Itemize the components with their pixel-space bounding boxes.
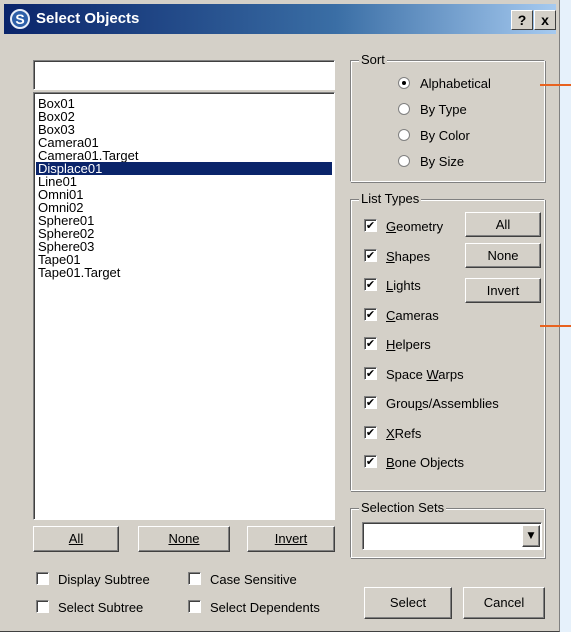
app-logo-icon: S — [10, 9, 30, 29]
radio-button[interactable] — [398, 155, 410, 167]
list-none-button[interactable]: None — [138, 526, 230, 552]
list-all-button[interactable]: All — [33, 526, 119, 552]
selection-sets-dropdown[interactable]: ▼ — [362, 522, 542, 550]
checkmark-icon[interactable]: ✔ — [364, 455, 377, 468]
display-subtree-label: Display Subtree — [58, 572, 150, 587]
select-dependents-label: Select Dependents — [210, 600, 320, 615]
list-invert-label: Invert — [274, 531, 308, 546]
sort-group-label: Sort — [359, 52, 387, 68]
types-none-button[interactable]: None — [465, 243, 541, 268]
list-item[interactable]: Displace01 — [36, 162, 332, 175]
list-types-group: List Types ✔ Geometry ✔ Shapes ✔ Lights ✔ Camer… — [350, 191, 545, 491]
sort-option-label: By Type — [420, 102, 467, 117]
help-button[interactable]: ? — [511, 10, 533, 30]
select-subtree-label: Select Subtree — [58, 600, 144, 615]
name-filter-input[interactable] — [33, 60, 335, 90]
sort-option-label: Alphabetical — [420, 76, 491, 91]
list-item[interactable]: Tape01.Target — [36, 266, 120, 279]
checkmark-icon[interactable]: ✔ — [364, 278, 377, 291]
annotation-marker-list-types — [540, 325, 571, 327]
checkmark-icon[interactable]: ✔ — [364, 337, 377, 350]
list-type-label: Helpers — [386, 337, 431, 352]
list-type-label: Geometry — [386, 219, 444, 234]
cancel-button[interactable]: Cancel — [463, 587, 545, 619]
checkmark-icon[interactable]: ✔ — [364, 366, 377, 380]
list-type-label: XRefs — [386, 425, 422, 441]
list-none-label: None — [168, 531, 200, 546]
checkmark-icon[interactable]: ✔ — [364, 425, 377, 439]
case-sensitive-box[interactable] — [188, 572, 201, 585]
annotation-marker-sort — [540, 84, 571, 86]
select-button[interactable]: Select — [364, 587, 452, 619]
chevron-down-icon[interactable]: ▼ — [522, 525, 540, 547]
sort-option-label: By Size — [420, 154, 465, 169]
case-sensitive-label: Case Sensitive — [210, 572, 297, 587]
sort-group: Sort Alphabetical By Type By Color By Size — [350, 52, 545, 182]
object-list[interactable]: Box01 Box02 Box03 Camera01 Camera01.Target Di… — [33, 92, 335, 520]
dialog-title: Select Objects — [36, 10, 140, 27]
checkmark-icon[interactable]: ✔ — [364, 396, 377, 409]
checkmark-icon[interactable]: ✔ — [364, 219, 377, 232]
display-subtree-box[interactable] — [36, 572, 49, 585]
list-type-label: Lights — [386, 278, 421, 293]
list-types-group-label: List Types — [359, 191, 422, 207]
types-invert-button[interactable]: Invert — [465, 278, 541, 303]
checkmark-icon[interactable]: ✔ — [364, 307, 377, 321]
checkmark-icon[interactable]: ✔ — [364, 248, 377, 262]
radio-button[interactable] — [398, 103, 410, 115]
select-subtree-box[interactable] — [36, 600, 49, 613]
list-type-label: Bone Objects — [386, 455, 465, 470]
title-bar[interactable]: S Select Objects ? x — [4, 4, 556, 34]
types-all-button[interactable]: All — [465, 212, 541, 237]
select-objects-dialog: S Select Objects ? x Box01 Box02 Box03 Came… — [0, 0, 560, 632]
sort-option-label: By Color — [420, 128, 470, 143]
list-all-label: All — [68, 531, 84, 546]
list-type-label: Groups/Assemblies — [386, 396, 499, 411]
radio-button[interactable] — [398, 129, 410, 141]
list-type-label: Shapes — [386, 248, 431, 264]
close-button[interactable]: x — [534, 10, 556, 30]
list-type-label: Space Warps — [386, 366, 464, 382]
select-dependents-box[interactable] — [188, 600, 201, 613]
selection-sets-group-label: Selection Sets — [359, 500, 447, 516]
list-type-label: Cameras — [386, 307, 439, 323]
radio-button[interactable] — [398, 77, 410, 89]
list-invert-button[interactable]: Invert — [247, 526, 335, 552]
radio-dot-icon — [402, 81, 406, 85]
